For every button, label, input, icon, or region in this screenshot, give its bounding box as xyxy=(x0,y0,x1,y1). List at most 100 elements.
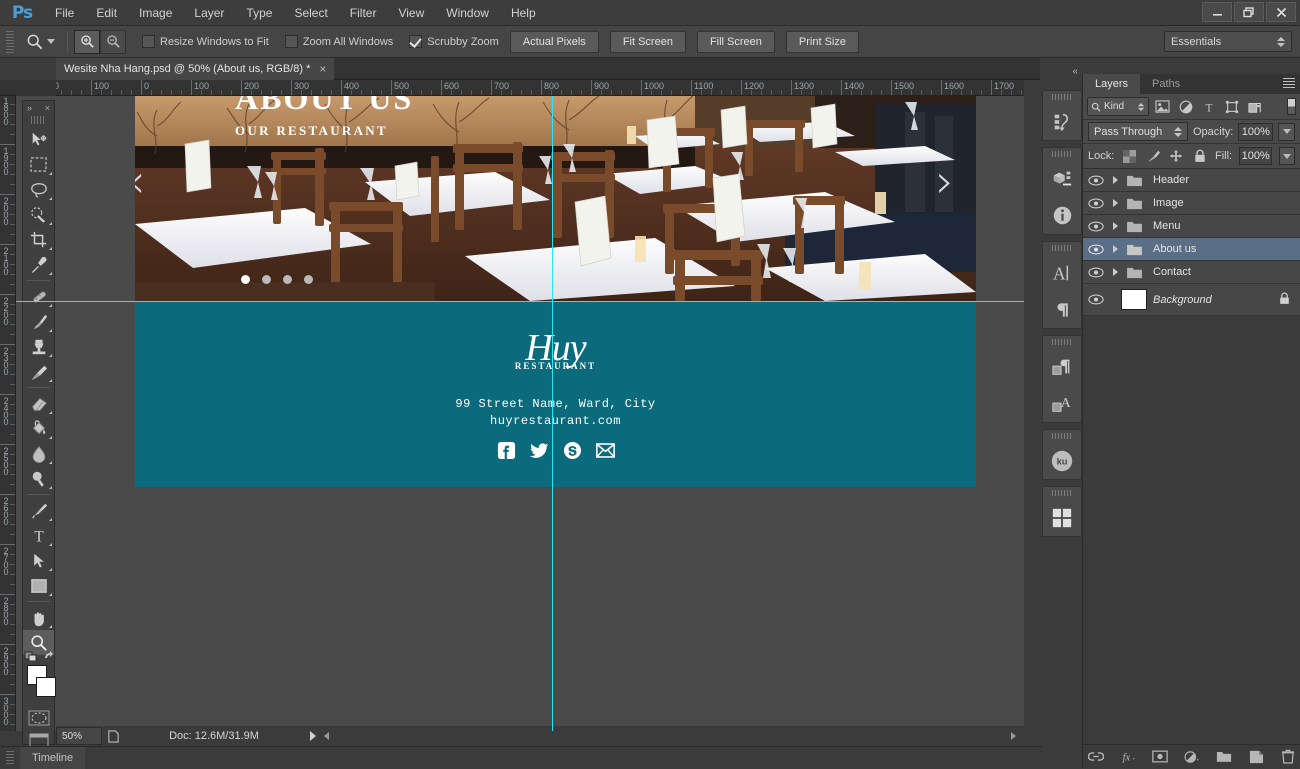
background-color-swatch[interactable] xyxy=(36,677,56,697)
healing-brush-tool[interactable] xyxy=(23,284,54,309)
minimize-icon[interactable] xyxy=(1202,2,1232,22)
menu-filter[interactable]: Filter xyxy=(339,0,388,26)
slider-next-arrow-icon[interactable]: › xyxy=(936,158,954,204)
path-selection-tool[interactable] xyxy=(23,548,54,573)
scroll-left-arrow-icon[interactable] xyxy=(324,732,329,740)
lock-all-icon[interactable] xyxy=(1192,147,1208,166)
opacity-value[interactable]: 100% xyxy=(1238,122,1274,141)
workspace-selector[interactable]: Essentials xyxy=(1164,31,1292,52)
dock-grip[interactable] xyxy=(1052,245,1072,251)
options-bar-grip[interactable] xyxy=(6,30,14,53)
layer-name[interactable]: Header xyxy=(1147,174,1189,186)
print-size-button[interactable]: Print Size xyxy=(785,30,859,53)
menu-select[interactable]: Select xyxy=(283,0,338,26)
swatch-controls[interactable] xyxy=(24,649,54,661)
character-icon[interactable]: A xyxy=(1043,254,1081,291)
restore-icon[interactable] xyxy=(1234,2,1264,22)
layer-name[interactable]: Background xyxy=(1147,294,1212,306)
tab-timeline[interactable]: Timeline xyxy=(20,746,86,769)
menu-help[interactable]: Help xyxy=(500,0,547,26)
layer-name[interactable]: Menu xyxy=(1147,220,1181,232)
fill-value[interactable]: 100% xyxy=(1239,147,1273,165)
eye-icon[interactable] xyxy=(1083,198,1109,209)
status-menu-arrow-icon[interactable] xyxy=(310,731,316,741)
layer-filter-kind-select[interactable]: Kind xyxy=(1087,97,1149,116)
new-group-icon[interactable] xyxy=(1216,749,1232,765)
twitter-icon[interactable] xyxy=(529,441,549,460)
slider-prev-arrow-icon[interactable]: ‹ xyxy=(135,158,145,204)
rectangle-tool[interactable] xyxy=(23,573,54,598)
email-icon[interactable] xyxy=(595,441,615,460)
resize-windows-to-fit-checkbox[interactable]: Resize Windows to Fit xyxy=(142,35,269,48)
paragraph-icon[interactable] xyxy=(1043,291,1081,328)
eraser-tool[interactable] xyxy=(23,391,54,416)
group-expand-arrow-icon[interactable] xyxy=(1109,222,1121,230)
adjustment-layer-icon[interactable] xyxy=(1184,749,1200,765)
blend-mode-select[interactable]: Pass Through xyxy=(1088,122,1188,141)
layer-name[interactable]: About us xyxy=(1147,243,1196,255)
layer-name[interactable]: Image xyxy=(1147,197,1184,209)
dock-collapse-icon[interactable]: « xyxy=(1072,66,1078,77)
close-icon[interactable] xyxy=(1266,2,1296,22)
zoom-all-windows-checkbox[interactable]: Zoom All Windows xyxy=(284,35,393,48)
actual-pixels-button[interactable]: Actual Pixels xyxy=(509,30,599,53)
slider-dot-4[interactable] xyxy=(304,275,313,284)
type-filter-icon[interactable]: T xyxy=(1199,97,1218,116)
layer-style-icon[interactable]: fx xyxy=(1120,749,1136,765)
adjustment-filter-icon[interactable] xyxy=(1176,97,1195,116)
group-expand-arrow-icon[interactable] xyxy=(1109,245,1121,253)
fill-dropdown-icon[interactable] xyxy=(1279,147,1296,165)
link-layers-icon[interactable] xyxy=(1088,749,1104,765)
scrubby-zoom-checkbox[interactable]: Scrubby Zoom xyxy=(409,35,499,48)
zoom-out-button[interactable] xyxy=(100,29,126,54)
zoom-in-button[interactable] xyxy=(74,29,100,54)
lock-image-icon[interactable] xyxy=(1145,147,1161,166)
fill-screen-button[interactable]: Fill Screen xyxy=(696,30,775,53)
quick-selection-tool[interactable] xyxy=(23,202,54,227)
clone-stamp-tool[interactable] xyxy=(23,334,54,359)
guide-vertical[interactable] xyxy=(552,96,553,731)
lock-icon[interactable] xyxy=(1279,292,1290,308)
quick-mask-button[interactable] xyxy=(23,707,54,729)
new-layer-icon[interactable] xyxy=(1248,749,1264,765)
document-tab[interactable]: Wesite Nha Hang.psd @ 50% (About us, RGB… xyxy=(56,58,335,80)
kuler-icon[interactable]: ku xyxy=(1043,442,1081,479)
ruler-vertical[interactable]: 1800 1900 2000 2100 2200 2300 2400 2500 2600 2700… xyxy=(0,96,16,731)
eye-icon[interactable] xyxy=(1083,175,1109,186)
skype-icon[interactable] xyxy=(563,441,582,460)
eyedropper-tool[interactable] xyxy=(23,252,54,277)
pen-tool[interactable] xyxy=(23,498,54,523)
marquee-tool[interactable] xyxy=(23,152,54,177)
slider-dot-3[interactable] xyxy=(283,275,292,284)
group-expand-arrow-icon[interactable] xyxy=(1109,199,1121,207)
layer-mask-icon[interactable] xyxy=(1152,749,1168,765)
shape-filter-icon[interactable] xyxy=(1222,97,1241,116)
table-row[interactable]: Header xyxy=(1083,169,1300,192)
group-expand-arrow-icon[interactable] xyxy=(1109,268,1121,276)
dock-grip[interactable] xyxy=(1052,94,1072,100)
dock-grip[interactable] xyxy=(1052,339,1072,345)
close-icon[interactable]: × xyxy=(319,62,326,76)
lock-position-icon[interactable] xyxy=(1168,147,1184,166)
fit-screen-button[interactable]: Fit Screen xyxy=(609,30,686,53)
lock-transparency-icon[interactable] xyxy=(1121,147,1137,166)
delete-layer-icon[interactable] xyxy=(1280,749,1296,765)
scroll-right-arrow-icon[interactable] xyxy=(1011,732,1016,740)
crop-tool[interactable] xyxy=(23,227,54,252)
type-tool[interactable]: T xyxy=(23,523,54,548)
brush-tool[interactable] xyxy=(23,309,54,334)
table-row[interactable]: Menu xyxy=(1083,215,1300,238)
blur-tool[interactable] xyxy=(23,441,54,466)
tab-layers[interactable]: Layers xyxy=(1083,74,1141,94)
opacity-dropdown-icon[interactable] xyxy=(1278,122,1295,141)
info-icon[interactable] xyxy=(1043,197,1081,234)
layer-name[interactable]: Contact xyxy=(1147,266,1191,278)
character-styles-icon[interactable]: A xyxy=(1043,385,1081,422)
table-row[interactable]: Contact xyxy=(1083,261,1300,284)
table-row-selected[interactable]: About us xyxy=(1083,238,1300,261)
paragraph-styles-icon[interactable] xyxy=(1043,348,1081,385)
toolbox-grip[interactable] xyxy=(31,116,46,124)
eye-icon[interactable] xyxy=(1083,267,1109,278)
menu-layer[interactable]: Layer xyxy=(183,0,235,26)
eye-icon[interactable] xyxy=(1083,244,1109,255)
